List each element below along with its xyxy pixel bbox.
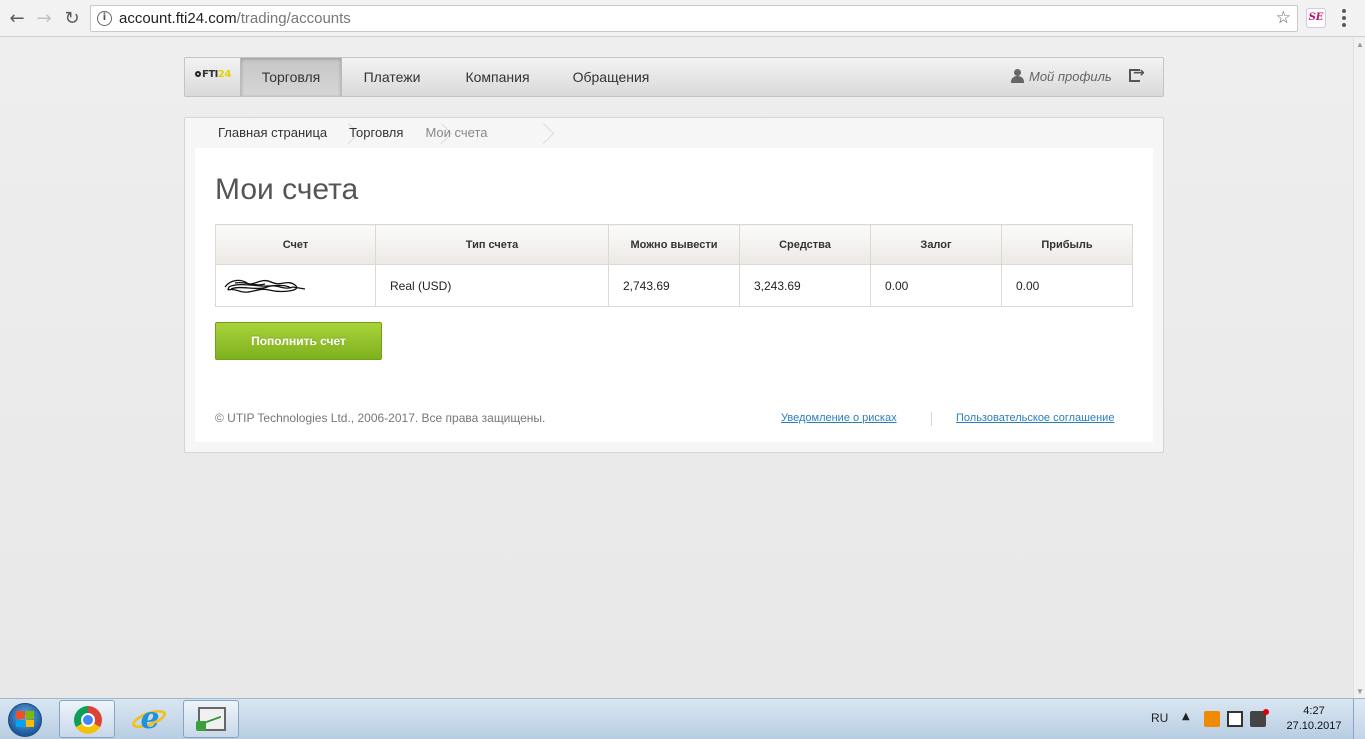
reload-button[interactable]: ↻ — [61, 7, 83, 29]
internet-explorer-icon: e — [140, 701, 160, 736]
nav-company[interactable]: Компания — [455, 58, 540, 96]
nav-requests[interactable]: Обращения — [566, 58, 656, 96]
page-title: Мои счета — [215, 173, 359, 206]
taskbar-internet-explorer[interactable]: e — [121, 700, 177, 738]
col-margin: Залог — [870, 224, 1002, 265]
windows-logo-icon — [16, 711, 34, 727]
col-profit: Прибыль — [1001, 224, 1133, 265]
margin-value: 0.00 — [870, 264, 1002, 307]
site-navbar: FTI24 Торговля Платежи Компания Обращени… — [184, 57, 1164, 97]
taskbar-trading-app[interactable] — [183, 700, 239, 738]
deposit-button[interactable]: Пополнить счет — [215, 322, 382, 360]
breadcrumb: Главная страница Торговля Мои счета — [185, 118, 509, 148]
browser-toolbar: ← → ↻ i account.fti24.com/trading/accoun… — [0, 0, 1365, 37]
page-viewport: FTI24 Торговля Платежи Компания Обращени… — [0, 38, 1353, 698]
content-card: Главная страница Торговля Мои счета Мои … — [184, 117, 1164, 453]
vertical-scrollbar[interactable]: ▲ ▼ — [1353, 38, 1365, 698]
system-clock[interactable]: 4:27 27.10.2017 — [1278, 704, 1350, 734]
col-account: Счет — [215, 224, 376, 265]
url-host: account.fti24.com — [119, 10, 237, 27]
power-icon[interactable] — [1250, 709, 1269, 727]
url-text[interactable]: account.fti24.com/trading/accounts — [119, 10, 351, 27]
network-icon[interactable] — [1227, 711, 1243, 727]
accounts-table: Счет Тип счета Можно вывести Средства За… — [215, 224, 1133, 307]
withdrawable-value: 2,743.69 — [608, 264, 740, 307]
clock-date: 27.10.2017 — [1286, 720, 1342, 732]
url-path: /trading/accounts — [236, 10, 351, 27]
col-withdrawable: Можно вывести — [608, 224, 740, 265]
table-row[interactable]: Real (USD) 2,743.69 3,243.69 0.00 0.00 — [215, 264, 1133, 307]
logout-icon[interactable]: → — [1129, 65, 1145, 84]
nav-trading[interactable]: Торговля — [240, 58, 342, 96]
browser-menu-icon[interactable] — [1342, 9, 1346, 27]
breadcrumb-home[interactable]: Главная страница — [185, 118, 349, 148]
site-info-icon[interactable]: i — [97, 11, 112, 26]
col-funds: Средства — [739, 224, 871, 265]
footer-divider — [931, 412, 932, 426]
bookmark-star-icon[interactable]: ☆ — [1276, 8, 1291, 28]
profile-label: Мой профиль — [1029, 69, 1112, 84]
address-bar[interactable]: i account.fti24.com/trading/accounts ☆ — [90, 5, 1298, 32]
windows-taskbar: e RU ▲ 4:27 27.10.2017 — [0, 698, 1365, 739]
tray-app-icon[interactable] — [1204, 711, 1220, 727]
tray-expand-icon[interactable]: ▲ — [1182, 711, 1190, 722]
site-logo[interactable]: FTI24 — [195, 69, 231, 80]
chrome-icon — [74, 706, 102, 734]
my-profile-link[interactable]: Мой профиль — [1011, 58, 1112, 96]
trading-terminal-icon — [196, 707, 226, 731]
accounts-panel: Мои счета Счет Тип счета Можно вывести С… — [195, 148, 1153, 442]
extension-icon[interactable]: SE — [1306, 8, 1326, 28]
nav-payments[interactable]: Платежи — [355, 58, 429, 96]
breadcrumb-current: Мои счета — [425, 125, 488, 140]
start-button[interactable] — [4, 701, 48, 739]
user-icon — [1011, 69, 1024, 83]
risk-notice-link[interactable]: Уведомление о рисках — [781, 412, 897, 424]
account-number-redacted[interactable] — [215, 264, 376, 307]
table-header-row: Счет Тип счета Можно вывести Средства За… — [215, 224, 1133, 265]
show-desktop-button[interactable] — [1353, 699, 1365, 739]
profit-value: 0.00 — [1001, 264, 1133, 307]
user-agreement-link[interactable]: Пользовательское соглашение — [956, 412, 1114, 424]
redaction-scribble — [224, 279, 305, 293]
clock-time: 4:27 — [1303, 705, 1325, 717]
breadcrumb-trading[interactable]: Торговля — [349, 118, 425, 148]
forward-button[interactable]: → — [33, 7, 55, 29]
language-indicator[interactable]: RU — [1151, 711, 1168, 725]
account-type: Real (USD) — [375, 264, 609, 307]
copyright-text: © UTIP Technologies Ltd., 2006-2017. Все… — [215, 411, 546, 425]
funds-value: 3,243.69 — [739, 264, 871, 307]
back-button[interactable]: ← — [6, 7, 28, 29]
col-type: Тип счета — [375, 224, 609, 265]
taskbar-chrome[interactable] — [59, 700, 115, 738]
